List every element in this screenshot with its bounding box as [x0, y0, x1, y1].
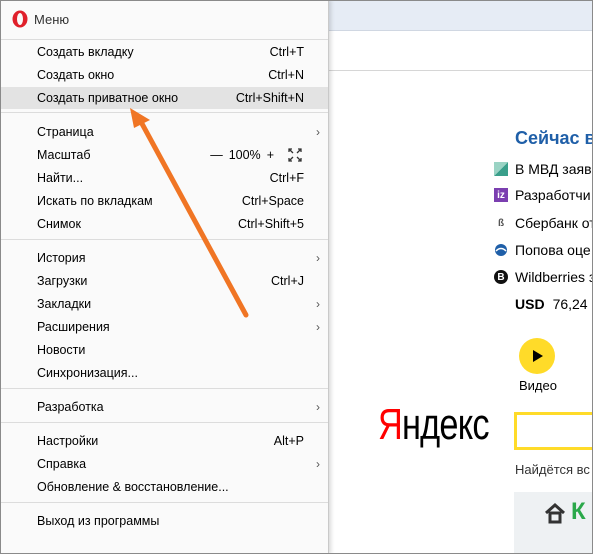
news-item[interactable]: Попова оце — [494, 240, 591, 260]
logo-rest: ндекс — [402, 400, 490, 449]
menu-item-help[interactable]: Справка › — [0, 453, 328, 475]
menu-item-shortcut: Ctrl+F — [269, 171, 304, 185]
news-item[interactable]: B Wildberries з — [494, 267, 593, 287]
menu-item-shortcut: Ctrl+T — [269, 45, 304, 59]
menu-item-shortcut: Ctrl+Shift+5 — [237, 217, 304, 231]
currency-rate[interactable]: USD 76,24 — [515, 296, 588, 312]
zoom-in-button[interactable]: + — [267, 148, 274, 162]
news-text: Сбербанк от — [515, 215, 593, 231]
chevron-right-icon: › — [316, 125, 320, 139]
chevron-right-icon: › — [316, 297, 320, 311]
menu-item-shortcut: Ctrl+J — [271, 274, 304, 288]
currency-label: USD — [515, 296, 545, 312]
menu-item-label: Расширения — [37, 320, 110, 334]
menu-item-shortcut: Alt+P — [273, 434, 304, 448]
logo-first-letter: Я — [378, 400, 403, 449]
menu-item-label: Искать по вкладкам — [37, 194, 153, 208]
news-item[interactable]: В МВД заяв — [494, 159, 592, 179]
play-icon — [533, 350, 543, 362]
menu-item-bookmarks[interactable]: Закладки › — [0, 293, 328, 315]
menu-item-label: Загрузки — [37, 274, 88, 288]
menu-item-shortcut: Ctrl+N — [268, 68, 304, 82]
menu-item-label: Настройки — [37, 434, 99, 448]
menu-item-label: Выход из программы — [37, 514, 160, 528]
menu-item-find[interactable]: Найти... Ctrl+F — [0, 167, 328, 189]
chevron-right-icon: › — [316, 320, 320, 334]
menu-item-new-window[interactable]: Создать окно Ctrl+N — [0, 64, 328, 86]
menu-item-shortcut: Ctrl+Space — [241, 194, 304, 208]
menu-item-label: Разработка — [37, 400, 104, 414]
news-text: Попова оце — [515, 242, 591, 258]
menu-item-history[interactable]: История › — [0, 247, 328, 269]
menu-divider — [0, 39, 328, 40]
opera-menu: Меню Создать вкладку Ctrl+T Создать окно C… — [0, 0, 329, 554]
menu-item-label: Обновление & восстановление... — [37, 480, 229, 494]
iz-icon: iz — [494, 188, 508, 202]
menu-item-label: Страница — [37, 125, 94, 139]
menu-item-label: История — [37, 251, 86, 265]
search-hint: Найдётся вс — [515, 462, 590, 477]
zoom-out-button[interactable]: — — [210, 148, 223, 162]
menu-divider — [0, 502, 328, 503]
menu-item-label: Создать вкладку — [37, 45, 134, 59]
menu-item-downloads[interactable]: Загрузки Ctrl+J — [0, 270, 328, 292]
menu-item-extensions[interactable]: Расширения › — [0, 316, 328, 338]
b-icon: B — [494, 270, 508, 284]
menu-item-label: Найти... — [37, 171, 84, 185]
menu-item-snapshot[interactable]: Снимок Ctrl+Shift+5 — [0, 213, 328, 235]
menu-item-shortcut: Ctrl+Shift+N — [235, 91, 304, 105]
menu-item-exit[interactable]: Выход из программы — [0, 510, 328, 532]
chevron-right-icon: › — [316, 400, 320, 414]
news-item[interactable]: iz Разработчи — [494, 185, 591, 205]
menu-item-settings[interactable]: Настройки Alt+P — [0, 430, 328, 452]
house-icon — [545, 502, 565, 524]
yandex-logo[interactable]: Яндекс — [378, 400, 490, 450]
menu-item-label: Синхронизация... — [37, 366, 138, 380]
chevron-right-icon: › — [316, 251, 320, 265]
news-heading[interactable]: Сейчас в — [515, 128, 593, 149]
video-button[interactable] — [519, 338, 555, 374]
menu-item-sync[interactable]: Синхронизация... — [0, 362, 328, 384]
menu-item-label: Справка — [37, 457, 87, 471]
menu-divider — [0, 422, 328, 423]
menu-title: Меню — [34, 12, 70, 27]
toolbar-divider — [328, 70, 593, 71]
menu-divider — [0, 388, 328, 389]
zoom-controls: — 100% + — [210, 148, 302, 162]
menu-header[interactable]: Меню — [0, 0, 328, 38]
video-label[interactable]: Видео — [519, 378, 557, 393]
menu-item-label: Масштаб — [37, 148, 91, 162]
menu-item-label: Создать приватное окно — [37, 91, 179, 105]
zoom-level: 100% — [228, 148, 261, 162]
menu-item-update[interactable]: Обновление & восстановление... — [0, 476, 328, 498]
search-input[interactable] — [514, 412, 593, 450]
card-letter: К — [571, 498, 586, 525]
news-text: В МВД заяв — [515, 161, 592, 177]
menu-item-zoom[interactable]: Масштаб — 100% + — [0, 144, 328, 166]
menu-item-private-window[interactable]: Создать приватное окно Ctrl+Shift+N — [0, 87, 328, 109]
sber-icon: ß — [497, 217, 505, 229]
fullscreen-icon[interactable] — [288, 148, 302, 162]
menu-item-label: Закладки — [37, 297, 92, 311]
menu-item-page[interactable]: Страница › — [0, 121, 328, 143]
menu-item-new-tab[interactable]: Создать вкладку Ctrl+T — [0, 41, 328, 63]
globe-icon — [494, 243, 508, 257]
news-text: Разработчи — [515, 187, 591, 203]
opera-logo-icon — [12, 10, 28, 28]
menu-item-search-tabs[interactable]: Искать по вкладкам Ctrl+Space — [0, 190, 328, 212]
menu-divider — [0, 112, 328, 113]
menu-item-developer[interactable]: Разработка › — [0, 396, 328, 418]
chevron-right-icon: › — [316, 457, 320, 471]
promo-card[interactable]: К — [514, 492, 593, 554]
menu-item-news[interactable]: Новости — [0, 339, 328, 361]
menu-item-label: Новости — [37, 343, 86, 357]
menu-item-label: Снимок — [37, 217, 81, 231]
news-text: Wildberries з — [515, 269, 593, 285]
menu-item-label: Создать окно — [37, 68, 115, 82]
currency-value: 76,24 — [552, 296, 588, 312]
mvd-icon — [494, 162, 508, 176]
menu-divider — [0, 239, 328, 240]
news-item[interactable]: ß Сбербанк от — [494, 213, 593, 233]
